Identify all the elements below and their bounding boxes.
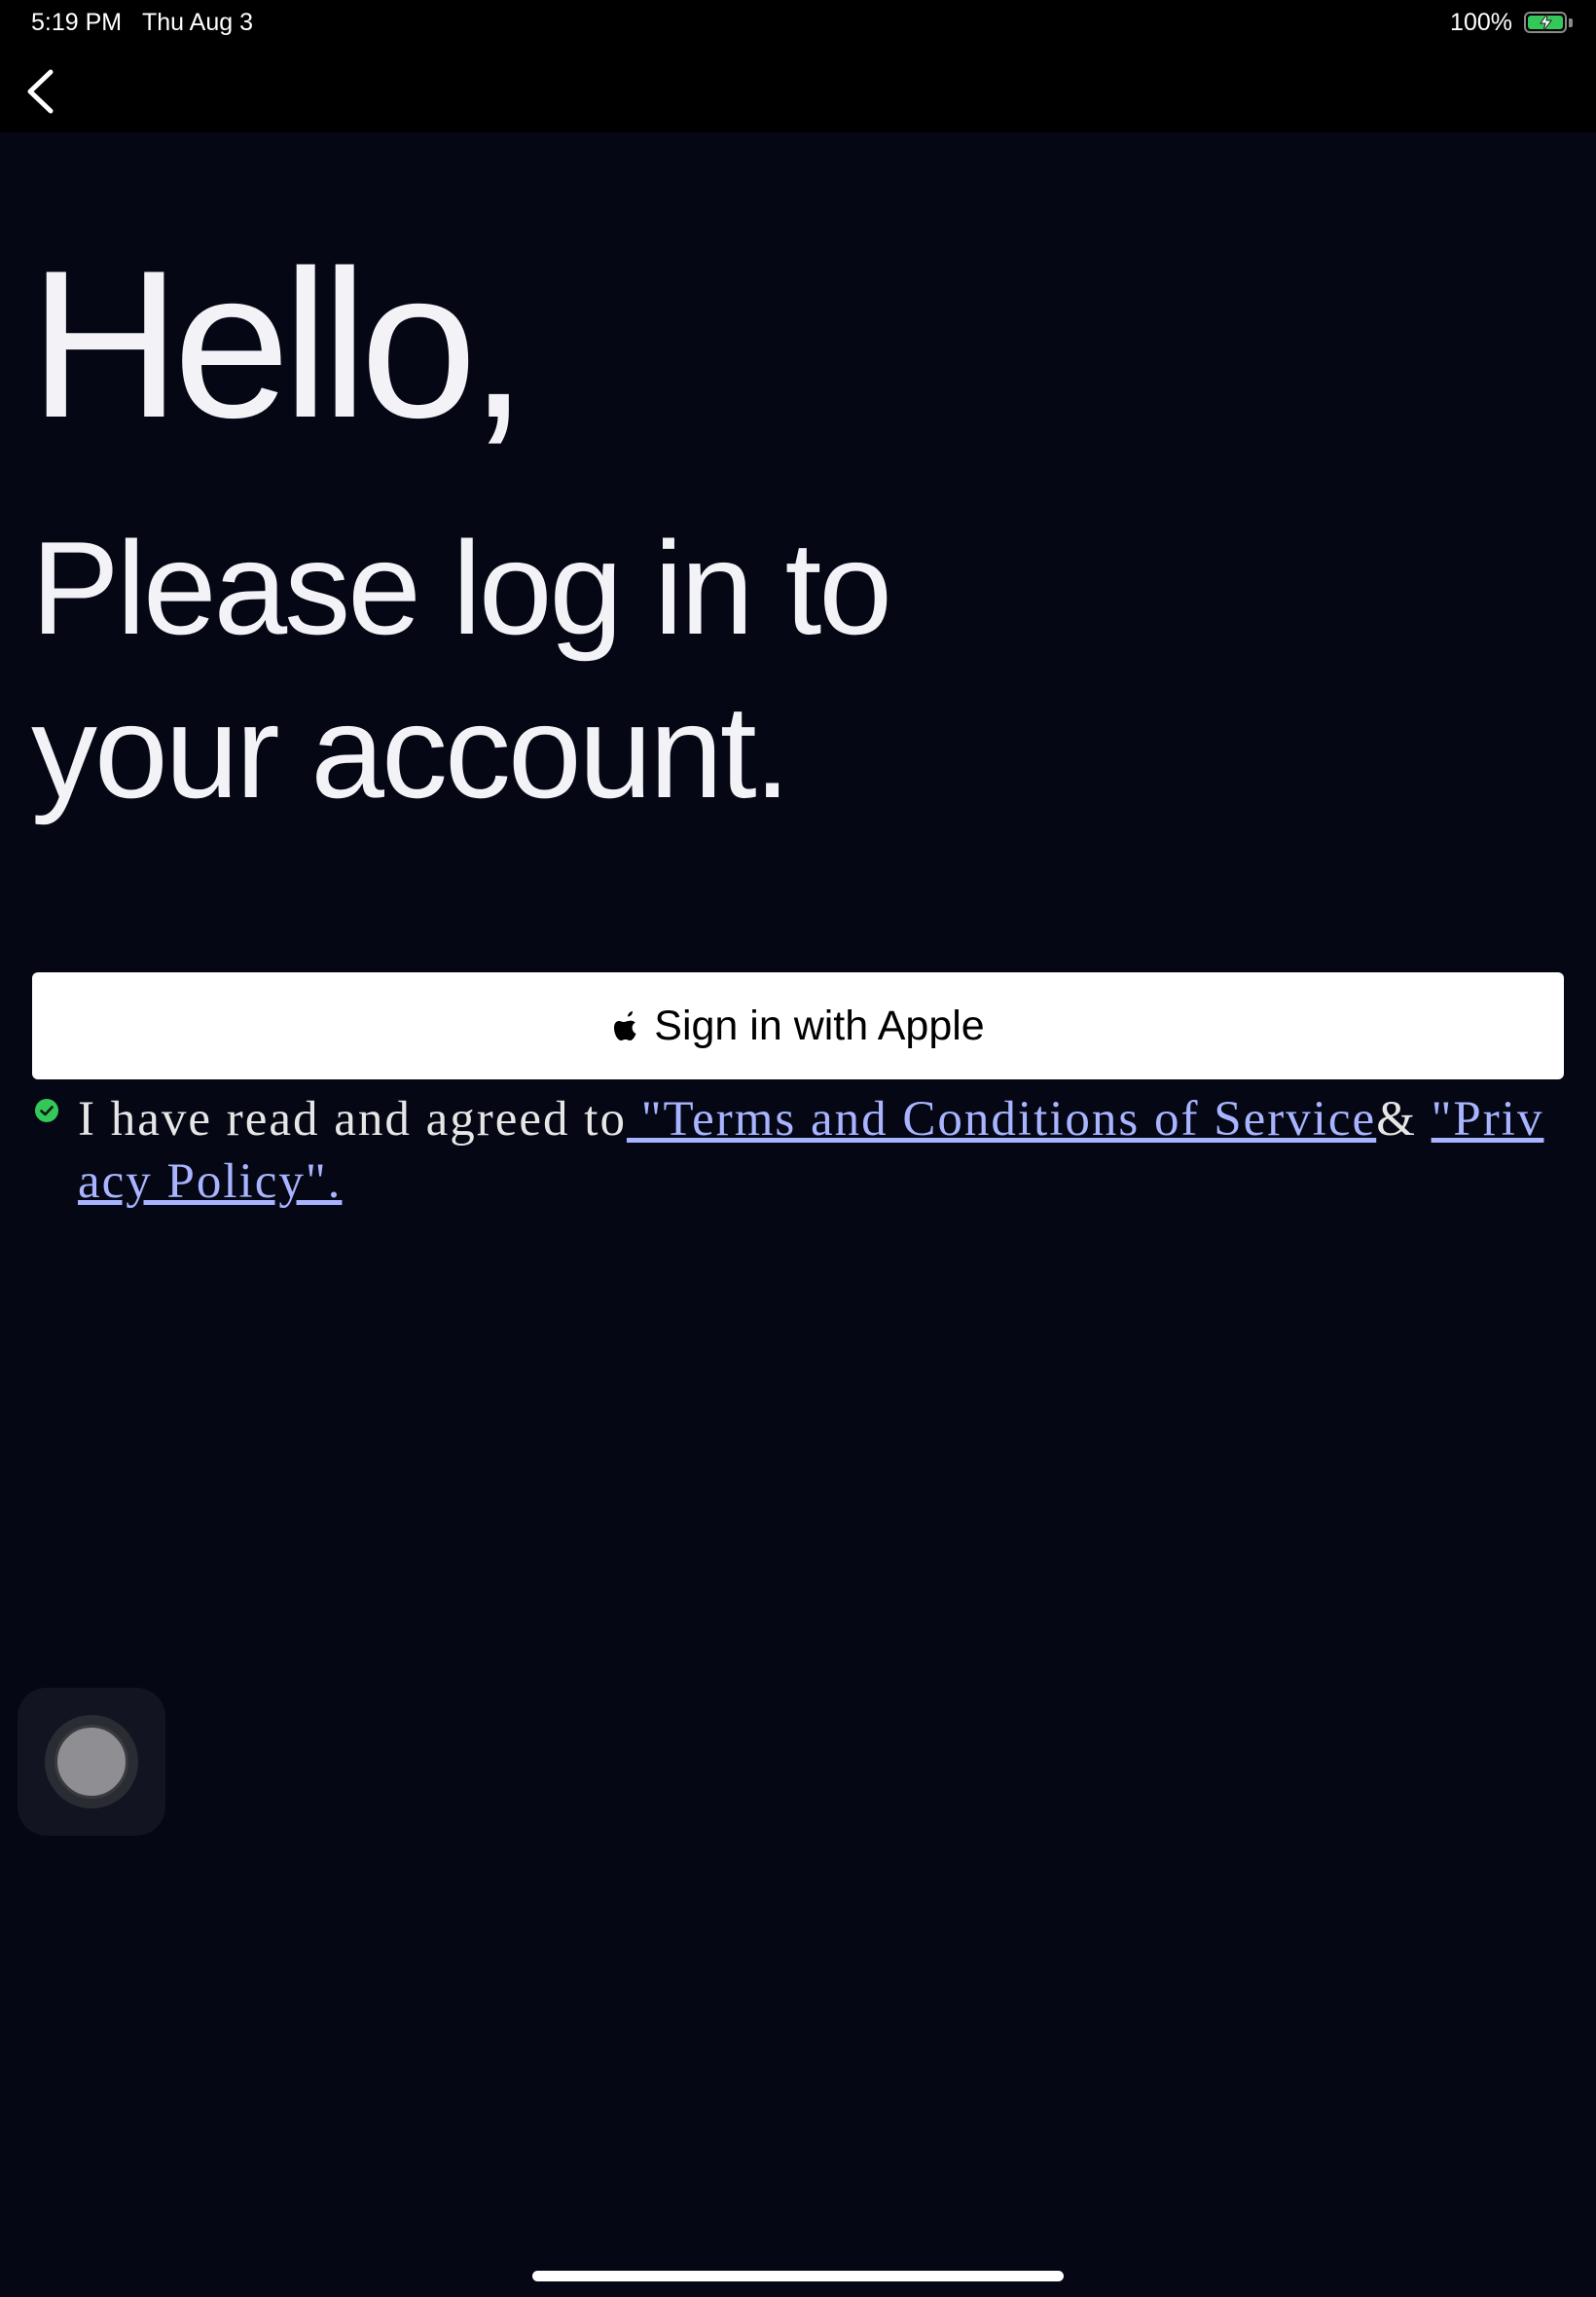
terms-of-service-link[interactable]: "Terms and Conditions of Service: [627, 1092, 1376, 1147]
assistive-touch-button[interactable]: [18, 1688, 165, 1836]
home-indicator[interactable]: [532, 2271, 1064, 2281]
login-subtitle: Please log in to your account.: [31, 514, 892, 825]
agreement-checkbox[interactable]: [34, 1098, 59, 1123]
apple-logo-icon: [614, 1011, 636, 1040]
assistive-touch-icon: [45, 1715, 138, 1808]
navigation-bar: [0, 47, 1596, 132]
agreement-text: I have read and agreed to "Terms and Con…: [78, 1088, 1557, 1213]
battery-charging-icon: [1524, 12, 1567, 33]
status-time: 5:19 PM: [31, 9, 123, 36]
agreement-separator: &: [1376, 1092, 1432, 1147]
checkmark-circle-icon: [35, 1099, 58, 1122]
status-date: Thu Aug 3: [142, 9, 253, 36]
back-button[interactable]: [18, 64, 66, 119]
status-bar: 5:19 PM Thu Aug 3 100%: [0, 0, 1596, 47]
sign-in-with-apple-label: Sign in with Apple: [654, 1002, 985, 1049]
battery-percent: 100%: [1450, 9, 1512, 36]
chevron-left-icon: [27, 69, 54, 114]
battery-cap: [1569, 18, 1573, 27]
greeting-title: Hello,: [29, 226, 527, 461]
sign-in-with-apple-button[interactable]: Sign in with Apple: [32, 972, 1564, 1079]
login-screen: 5:19 PM Thu Aug 3 100% Hello, Please log…: [0, 0, 1596, 2297]
agreement-prefix: I have read and agreed to: [78, 1092, 627, 1147]
